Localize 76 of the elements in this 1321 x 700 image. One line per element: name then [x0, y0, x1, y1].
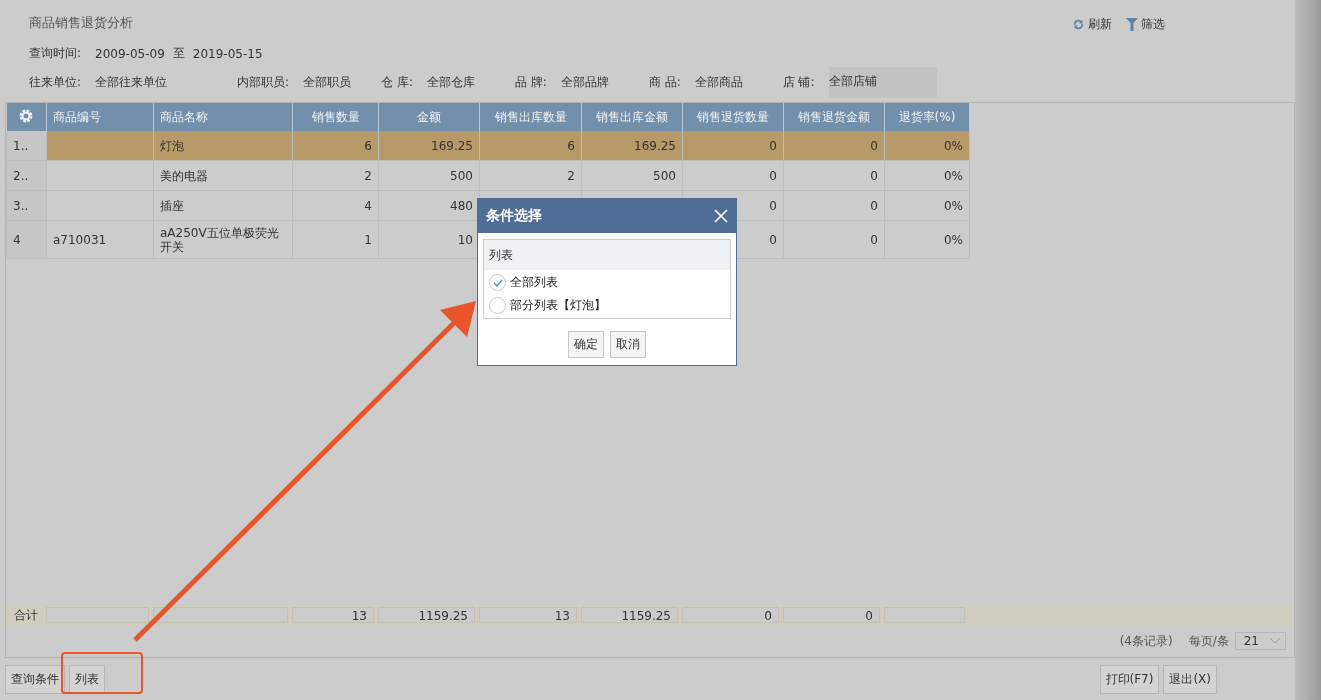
table-cell: 0 — [682, 131, 784, 161]
filter-value: 全部品牌 — [560, 73, 609, 91]
filter-label: 品 牌: — [514, 73, 547, 91]
table-cell: 2 — [479, 160, 582, 191]
per-page-label: 每页/条 — [1188, 632, 1229, 650]
table-cell: 6 — [292, 131, 379, 161]
filter-button[interactable]: 筛选 — [1126, 16, 1165, 34]
table-cell: 169.25 — [378, 131, 480, 161]
filter-label: 内部职员: — [237, 73, 290, 91]
radio-option[interactable]: 全部列表 — [489, 274, 725, 291]
totals-cell: 1159.25 — [581, 607, 678, 624]
table-cell: 0 — [783, 131, 885, 161]
totals-cell: 0 — [682, 607, 779, 624]
table-cell: 美的电器 — [153, 160, 293, 191]
table-cell: 插座 — [153, 190, 293, 221]
totals-label: 合计 — [13, 606, 39, 624]
table-cell: aA250V五位单极荧光开关 — [153, 220, 293, 259]
totals-cell: 13 — [292, 607, 374, 624]
filter-label: 往来单位: — [29, 73, 82, 91]
row-number: 1.. — [6, 131, 47, 161]
settings-header[interactable] — [6, 103, 47, 132]
table-cell: 10 — [378, 220, 480, 259]
filter-value: 全部商品 — [694, 73, 743, 91]
table-cell: 6 — [479, 131, 582, 161]
row-number: 3.. — [6, 190, 47, 221]
table-cell: 0% — [884, 160, 970, 191]
dialog-button[interactable]: 确定 — [568, 331, 604, 358]
table-cell: 500 — [581, 160, 683, 191]
filter-value: 全部职员 — [303, 73, 352, 91]
table-cell: 2 — [292, 160, 379, 191]
filter-field[interactable]: 全部店铺 — [828, 66, 937, 98]
table-cell: 0 — [783, 160, 885, 191]
toolbar-button[interactable]: 退出(X) — [1163, 664, 1217, 694]
table-cell: 4 — [292, 190, 379, 221]
toolbar-button[interactable]: 查询条件 — [5, 664, 65, 694]
filter-icon — [1126, 18, 1138, 32]
table-cell: 1 — [292, 220, 379, 259]
table-cell: 0% — [884, 131, 970, 161]
table-cell: a710031 — [46, 220, 154, 259]
dialog-button[interactable]: 取消 — [610, 331, 646, 358]
table-cell: 0 — [783, 190, 885, 221]
toolbar-button[interactable]: 打印(F7) — [1099, 664, 1160, 694]
close-icon[interactable] — [714, 209, 728, 223]
table-cell: 0 — [682, 160, 784, 191]
settings-icon[interactable] — [18, 107, 35, 124]
query-time-label: 查询时间: — [29, 45, 82, 63]
toolbar-button[interactable]: 列表 — [69, 664, 105, 694]
dialog-title: 条件选择 — [486, 207, 542, 225]
table-cell: 0 — [783, 220, 885, 259]
table-cell: 0% — [884, 190, 970, 221]
per-page-select[interactable]: 21 — [1234, 632, 1286, 651]
table-cell: 灯泡 — [153, 131, 293, 161]
table-cell: 169.25 — [581, 131, 683, 161]
totals-cell: 1159.25 — [378, 607, 475, 624]
date-separator: 至 — [172, 45, 185, 63]
row-number: 2.. — [6, 160, 47, 191]
totals-cell: 0 — [783, 607, 880, 624]
filter-label: 店 铺: — [782, 73, 815, 91]
caret-icon — [1269, 637, 1281, 646]
page-title: 商品销售退货分析 — [29, 13, 133, 32]
filter-value: 全部仓库 — [426, 73, 475, 91]
table-cell: 480 — [378, 190, 480, 221]
group-label: 列表 — [484, 240, 730, 270]
date-to: 2019-05-15 — [192, 46, 263, 61]
date-from: 2009-05-09 — [95, 46, 165, 61]
refresh-icon — [1072, 18, 1085, 32]
table-cell: 0% — [884, 220, 970, 259]
record-count: (4条记录) — [1119, 632, 1173, 650]
totals-cell: 13 — [479, 607, 577, 624]
filter-label: 商 品: — [648, 73, 681, 91]
refresh-button[interactable]: 刷新 — [1072, 16, 1112, 34]
filter-label: 仓 库: — [381, 73, 413, 91]
filter-value: 全部往来单位 — [95, 73, 168, 91]
row-number: 4 — [6, 220, 47, 259]
radio-option[interactable]: 部分列表【灯泡】 — [489, 297, 725, 314]
table-cell: 500 — [378, 160, 480, 191]
